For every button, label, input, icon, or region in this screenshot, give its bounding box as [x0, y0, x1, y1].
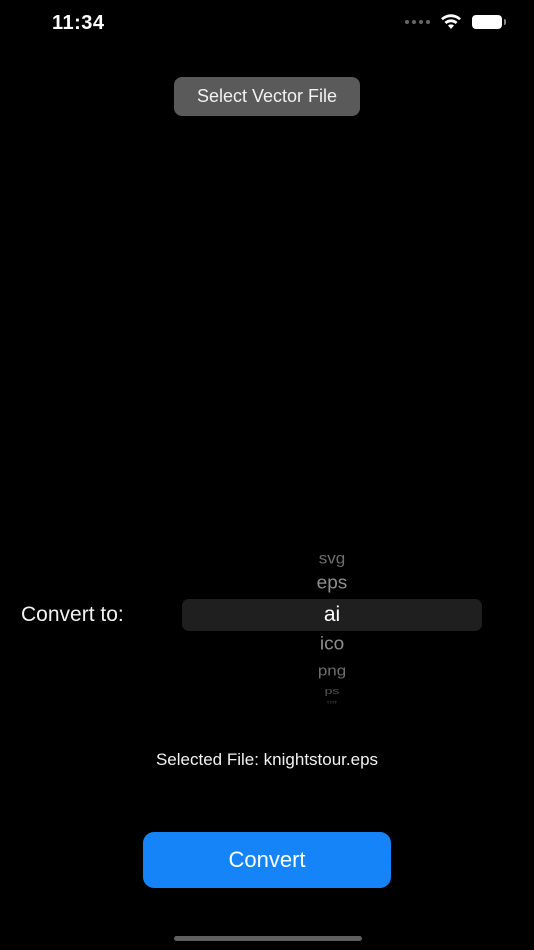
wifi-icon: [441, 14, 461, 29]
picker-item[interactable]: png: [182, 663, 482, 680]
home-indicator[interactable]: [174, 936, 362, 941]
convert-to-label: Convert to:: [21, 603, 124, 626]
status-time: 11:34: [52, 12, 105, 34]
picker-item-selected[interactable]: ai: [182, 603, 482, 627]
select-vector-file-button[interactable]: Select Vector File: [174, 77, 360, 116]
picker-item[interactable]: eps: [182, 574, 482, 595]
format-picker[interactable]: svg eps ai ico png ps tiff: [182, 540, 482, 706]
picker-item[interactable]: tiff: [182, 700, 482, 704]
status-icons: [405, 14, 506, 30]
selected-file-text: Selected File: knightstour.eps: [155, 750, 379, 769]
picker-item[interactable]: ps: [182, 686, 482, 696]
battery-icon: [472, 15, 506, 29]
picker-item[interactable]: ico: [182, 635, 482, 656]
cellular-dots-icon: [405, 20, 430, 24]
picker-item[interactable]: svg: [182, 550, 482, 568]
convert-button[interactable]: Convert: [143, 832, 391, 888]
